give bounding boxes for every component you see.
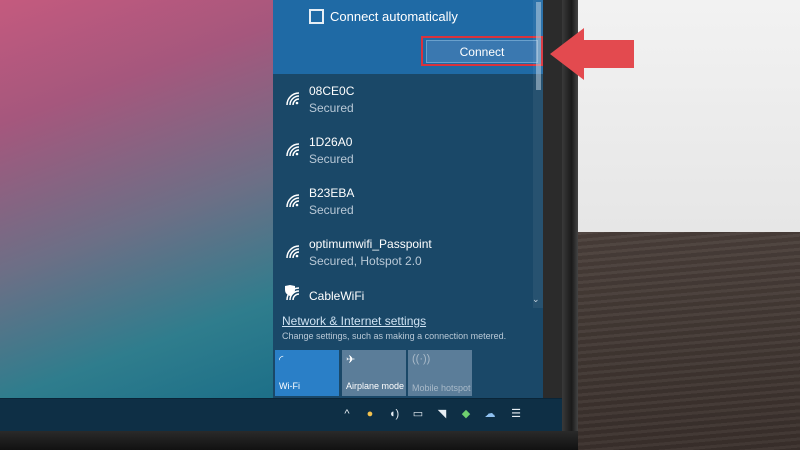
wifi-icon — [286, 194, 300, 208]
action-center-icon[interactable]: ☰ — [508, 406, 524, 422]
desktop-wallpaper — [0, 0, 280, 398]
security-icon[interactable]: ◆ — [458, 406, 474, 422]
battery-icon[interactable]: ▭ — [410, 406, 426, 422]
network-name: optimumwifi_Passpoint — [309, 237, 432, 251]
network-status: Secured, Hotspot 2.0 — [309, 254, 422, 268]
chevron-up-icon[interactable]: ^ — [339, 406, 355, 422]
network-status: Secured — [309, 152, 354, 166]
network-name: 08CE0C — [309, 84, 355, 98]
network-name: 1D26A0 — [309, 135, 353, 149]
network-settings-description: Change settings, such as making a connec… — [282, 331, 507, 341]
network-item[interactable]: 1D26A0 Secured — [273, 135, 531, 179]
mobile-hotspot-tile[interactable]: ((·)) Mobile hotspot — [408, 350, 472, 396]
airplane-mode-tile[interactable]: ✈ Airplane mode — [342, 350, 406, 396]
hotspot-icon: ((·)) — [412, 353, 431, 365]
tile-label: Wi-Fi — [279, 381, 300, 391]
taskbar — [0, 398, 562, 431]
wifi-icon — [286, 143, 300, 157]
cloud-icon[interactable]: ☁ — [482, 406, 498, 422]
network-name: CableWiFi — [309, 289, 365, 303]
network-item[interactable]: optimumwifi_Passpoint Secured, Hotspot 2… — [273, 237, 531, 281]
airplane-icon: ✈ — [346, 354, 356, 366]
monitor-bezel-bottom — [0, 431, 578, 450]
wifi-icon — [286, 92, 300, 106]
network-settings-link[interactable]: Network & Internet settings — [282, 314, 426, 328]
network-name: B23EBA — [309, 186, 355, 200]
red-arrow-pointer-icon — [550, 28, 634, 80]
network-status: Secured — [309, 203, 354, 217]
network-item[interactable]: B23EBA Secured — [273, 186, 531, 230]
tile-label: Airplane mode — [346, 381, 405, 391]
scroll-down-icon[interactable]: ⌄ — [532, 294, 540, 305]
wifi-icon — [286, 245, 300, 259]
scrollbar-thumb[interactable] — [536, 2, 541, 90]
connect-automatically-label: Connect automatically — [330, 9, 458, 24]
tile-label: Mobile hotspot — [412, 383, 471, 393]
wifi-shield-icon — [285, 285, 300, 301]
volume-icon[interactable]: ◖) — [386, 406, 402, 422]
connect-automatically-checkbox[interactable] — [309, 9, 324, 24]
network-flyout: Connect automatically Connect ⌄ 08CE0C S… — [273, 0, 543, 398]
background-desk — [578, 232, 800, 450]
network-item[interactable]: 08CE0C Secured — [273, 84, 531, 128]
connect-button[interactable]: Connect — [426, 40, 538, 63]
network-icon[interactable]: ◥ — [434, 406, 450, 422]
emoji-icon[interactable]: ● — [362, 406, 378, 422]
selected-network: Connect automatically Connect — [273, 0, 543, 74]
network-status: Secured — [309, 101, 354, 115]
wifi-icon: ◜ — [279, 354, 284, 366]
wifi-toggle-tile[interactable]: ◜ Wi-Fi — [275, 350, 339, 396]
network-item[interactable]: CableWiFi — [273, 285, 531, 309]
